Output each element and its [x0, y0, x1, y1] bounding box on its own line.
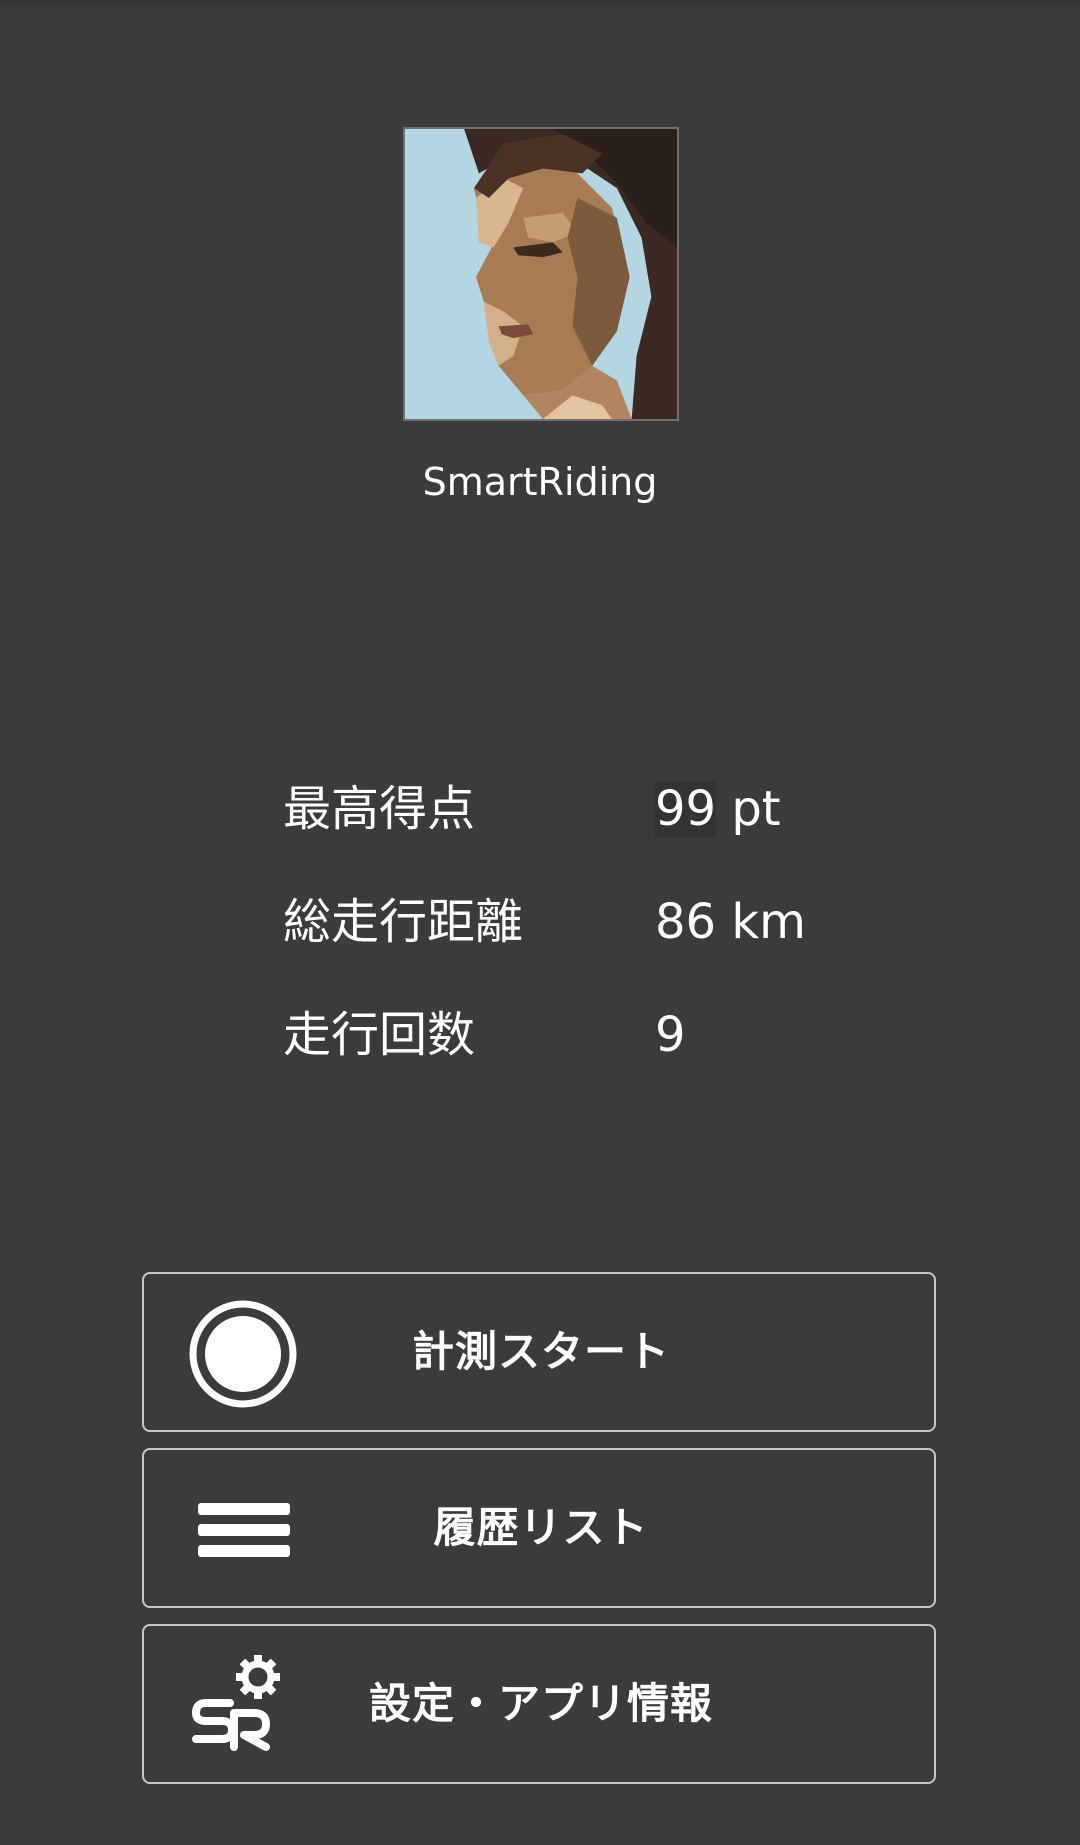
stat-value-unit: pt: [716, 781, 781, 837]
stat-row-best-score: 最高得点 99 pt: [283, 778, 843, 891]
profile-avatar[interactable]: [403, 127, 679, 421]
stat-label: 最高得点: [283, 781, 476, 837]
stat-label: 総走行距離: [283, 894, 524, 950]
status-bar-shade: [0, 0, 1080, 10]
history-list-button[interactable]: 履歴リスト: [142, 1448, 936, 1608]
history-list-label: 履歴リスト: [433, 1503, 649, 1552]
profile-username: SmartRiding: [422, 460, 658, 504]
stat-value: 86 km: [655, 894, 806, 950]
settings-app-info-label: 設定・アプリ情報: [368, 1679, 713, 1728]
stat-row-ride-count: 走行回数 9: [283, 1004, 843, 1117]
stats-table: 最高得点 99 pt 総走行距離 86 km 走行回数 9: [283, 778, 843, 1117]
stat-label: 走行回数: [283, 1007, 476, 1063]
app-screen: SmartRiding 最高得点 99 pt 総走行距離 86 km 走行回数 …: [0, 0, 1080, 1845]
stat-row-total-distance: 総走行距離 86 km: [283, 891, 843, 1004]
start-measurement-label: 計測スタート: [411, 1327, 670, 1376]
settings-app-info-button[interactable]: 設定・アプリ情報: [142, 1624, 936, 1784]
stat-value: 9: [655, 1007, 686, 1063]
start-measurement-button[interactable]: 計測スタート: [142, 1272, 936, 1432]
avatar-portrait-image: [405, 129, 677, 419]
stat-value: 99 pt: [655, 778, 781, 840]
stat-value-number: 99: [655, 781, 717, 837]
